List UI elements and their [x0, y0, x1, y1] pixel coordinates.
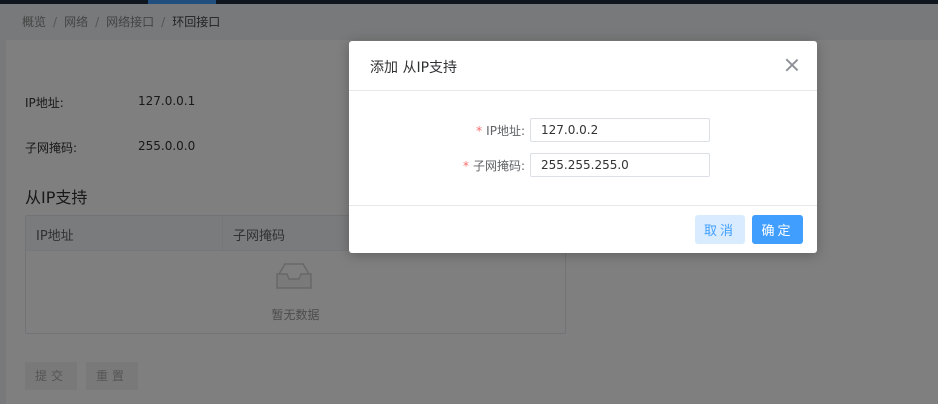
form-row-mask: * 子网掩码:: [349, 153, 817, 177]
mask-input[interactable]: [530, 153, 710, 177]
add-secondary-ip-dialog: 添加 从IP支持 *IP地址: *子网掩码: 取消 确定: [349, 41, 817, 253]
confirm-button[interactable]: 确定: [752, 215, 803, 244]
mask-field-label-text: 子网掩码:: [472, 159, 525, 173]
ip-field-label-text: IP地址:: [486, 124, 525, 138]
ip-field-label: * IP地址:: [476, 122, 525, 139]
required-marker: *: [462, 159, 469, 173]
close-icon[interactable]: [785, 58, 799, 72]
ip-input[interactable]: [530, 118, 710, 142]
required-marker: *: [476, 124, 483, 138]
dialog-header: 添加 从IP支持: [349, 41, 817, 91]
mask-field-label: * 子网掩码:: [463, 157, 525, 174]
form-row-ip: * IP地址:: [349, 118, 817, 142]
dialog-title: 添加 从IP支持: [370, 60, 458, 76]
cancel-button[interactable]: 取消: [695, 215, 745, 244]
dialog-footer-divider: [349, 205, 817, 206]
